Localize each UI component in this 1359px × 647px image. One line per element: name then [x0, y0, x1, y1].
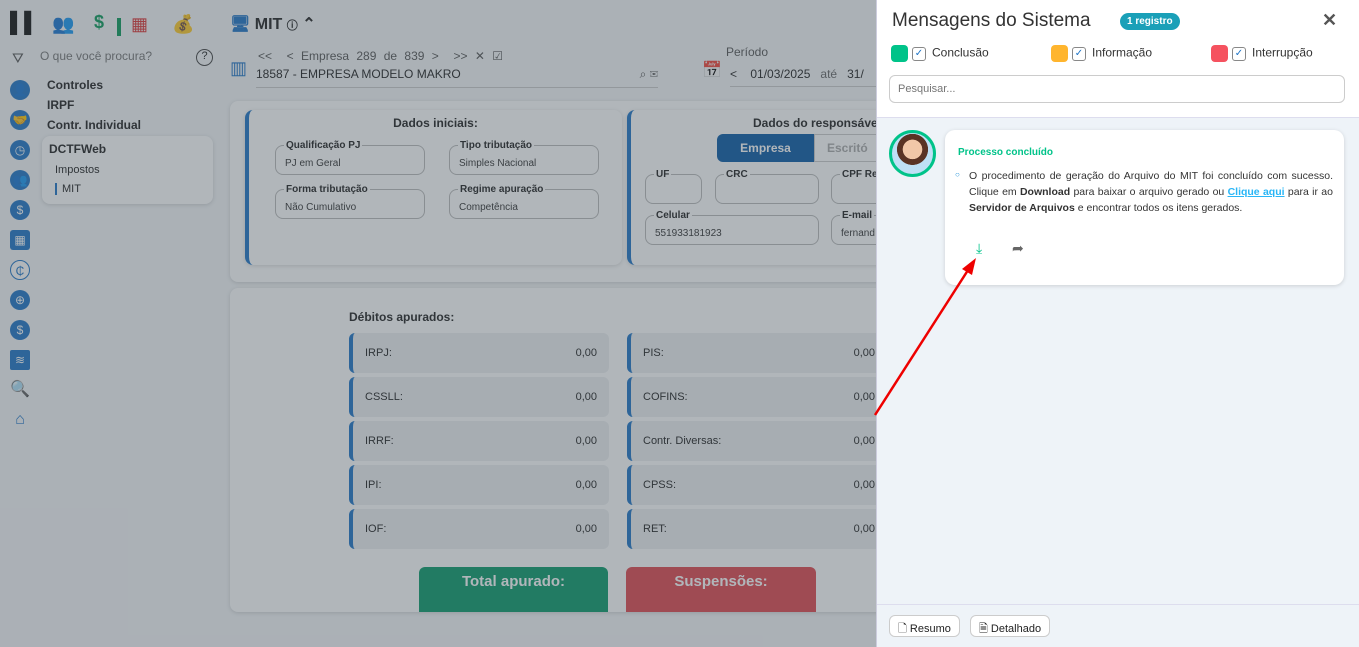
message-body: O procedimento de geração do Arquivo do … — [969, 168, 1333, 216]
filter-interrupcao[interactable]: ✓ Interrupção — [1211, 45, 1313, 62]
text-bold: Servidor de Arquivos — [969, 202, 1075, 214]
checkbox-icon[interactable]: ✓ — [1232, 46, 1246, 61]
close-icon[interactable]: ✕ — [1322, 10, 1337, 31]
assistant-avatar — [889, 130, 936, 177]
text: para baixar o arquivo gerado ou — [1070, 186, 1228, 198]
filter-informacao[interactable]: ✓ Informação — [1051, 45, 1152, 62]
button-label: Resumo — [909, 623, 951, 635]
button-label: Detalhado — [990, 623, 1042, 635]
message-card: Processo concluído ○ O procedimento de g… — [945, 130, 1344, 285]
text: e encontrar todos os itens gerados. — [1074, 202, 1243, 214]
record-count-badge: 1 registro — [1120, 13, 1180, 30]
divider — [877, 604, 1359, 605]
bullet-icon: ○ — [955, 170, 960, 179]
filter-label: Conclusão — [932, 45, 989, 60]
text: para ir ao — [1284, 186, 1333, 198]
file-server-link[interactable]: Clique aqui — [1228, 186, 1285, 198]
color-swatch — [1211, 45, 1228, 62]
messages-search-input[interactable] — [889, 75, 1345, 103]
filter-label: Interrupção — [1252, 45, 1313, 60]
arrow-line — [873, 266, 972, 416]
detalhado-button[interactable]: 🗎 Detalhado — [970, 615, 1051, 637]
filter-conclusao[interactable]: ✓ Conclusão — [891, 45, 989, 62]
filter-label: Informação — [1092, 45, 1153, 60]
message-title: Processo concluído — [958, 147, 1054, 158]
checkbox-icon[interactable]: ✓ — [1072, 46, 1086, 61]
color-swatch — [1051, 45, 1068, 62]
annotation-arrow — [873, 258, 976, 416]
arrow-head — [962, 258, 976, 275]
checkbox-icon[interactable]: ✓ — [912, 46, 926, 61]
resumo-button[interactable]: 🗋 Resumo — [889, 615, 960, 637]
forward-icon[interactable]: ➦ — [1012, 240, 1024, 257]
text-bold: Download — [1019, 186, 1071, 198]
modal-backdrop[interactable] — [0, 0, 876, 647]
color-swatch — [891, 45, 908, 62]
panel-title: Mensagens do Sistema — [892, 10, 1091, 31]
